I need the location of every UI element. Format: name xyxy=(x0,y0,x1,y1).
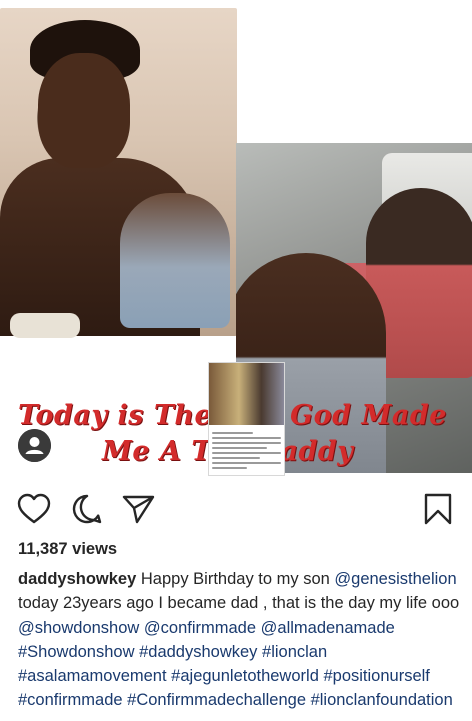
comment-bubble-icon[interactable] xyxy=(71,493,103,530)
post-media[interactable]: Today is The Day God Made Me A Tag Daddy xyxy=(0,0,472,478)
post-caption: daddyshowkey Happy Birthday to my son @g… xyxy=(18,567,463,713)
post-action-bar xyxy=(0,490,472,530)
caption-mention[interactable]: @confirmmade xyxy=(144,619,256,637)
paper-plane-icon[interactable] xyxy=(122,494,156,529)
user-avatar-icon[interactable] xyxy=(18,429,51,462)
caption-hashtag[interactable]: #confirmmade xyxy=(18,691,123,709)
caption-text-2: today 23years ago I became dad , that is… xyxy=(18,594,460,613)
caption-mention[interactable]: @showdonshow xyxy=(18,619,139,637)
caption-mention[interactable]: @genesisthelion xyxy=(334,570,456,588)
inset-screenshot xyxy=(208,362,285,476)
caption-hashtag[interactable]: #positionurself xyxy=(323,667,429,685)
photo-father-and-baby xyxy=(0,8,237,338)
caption-hashtag[interactable]: #Confirmmadechallenge #lionclanfoundatio… xyxy=(127,691,453,709)
caption-hashtag[interactable]: #Showdonshow xyxy=(18,643,135,661)
heart-outline-icon[interactable] xyxy=(17,493,51,530)
caption-hashtag[interactable]: #lionclan xyxy=(262,643,327,661)
bookmark-icon[interactable] xyxy=(424,493,452,530)
caption-text: Happy Birthday to my son xyxy=(140,570,330,588)
caption-hashtag[interactable]: #asalamamovement xyxy=(18,667,167,685)
caption-hashtag[interactable]: #daddyshowkey xyxy=(139,643,257,661)
view-count[interactable]: 11,387 views xyxy=(18,540,117,559)
caption-username[interactable]: daddyshowkey xyxy=(18,570,136,588)
caption-hashtag[interactable]: #ajegunletotheworld xyxy=(171,667,319,685)
caption-mention[interactable]: @allmadenamade xyxy=(261,619,395,637)
